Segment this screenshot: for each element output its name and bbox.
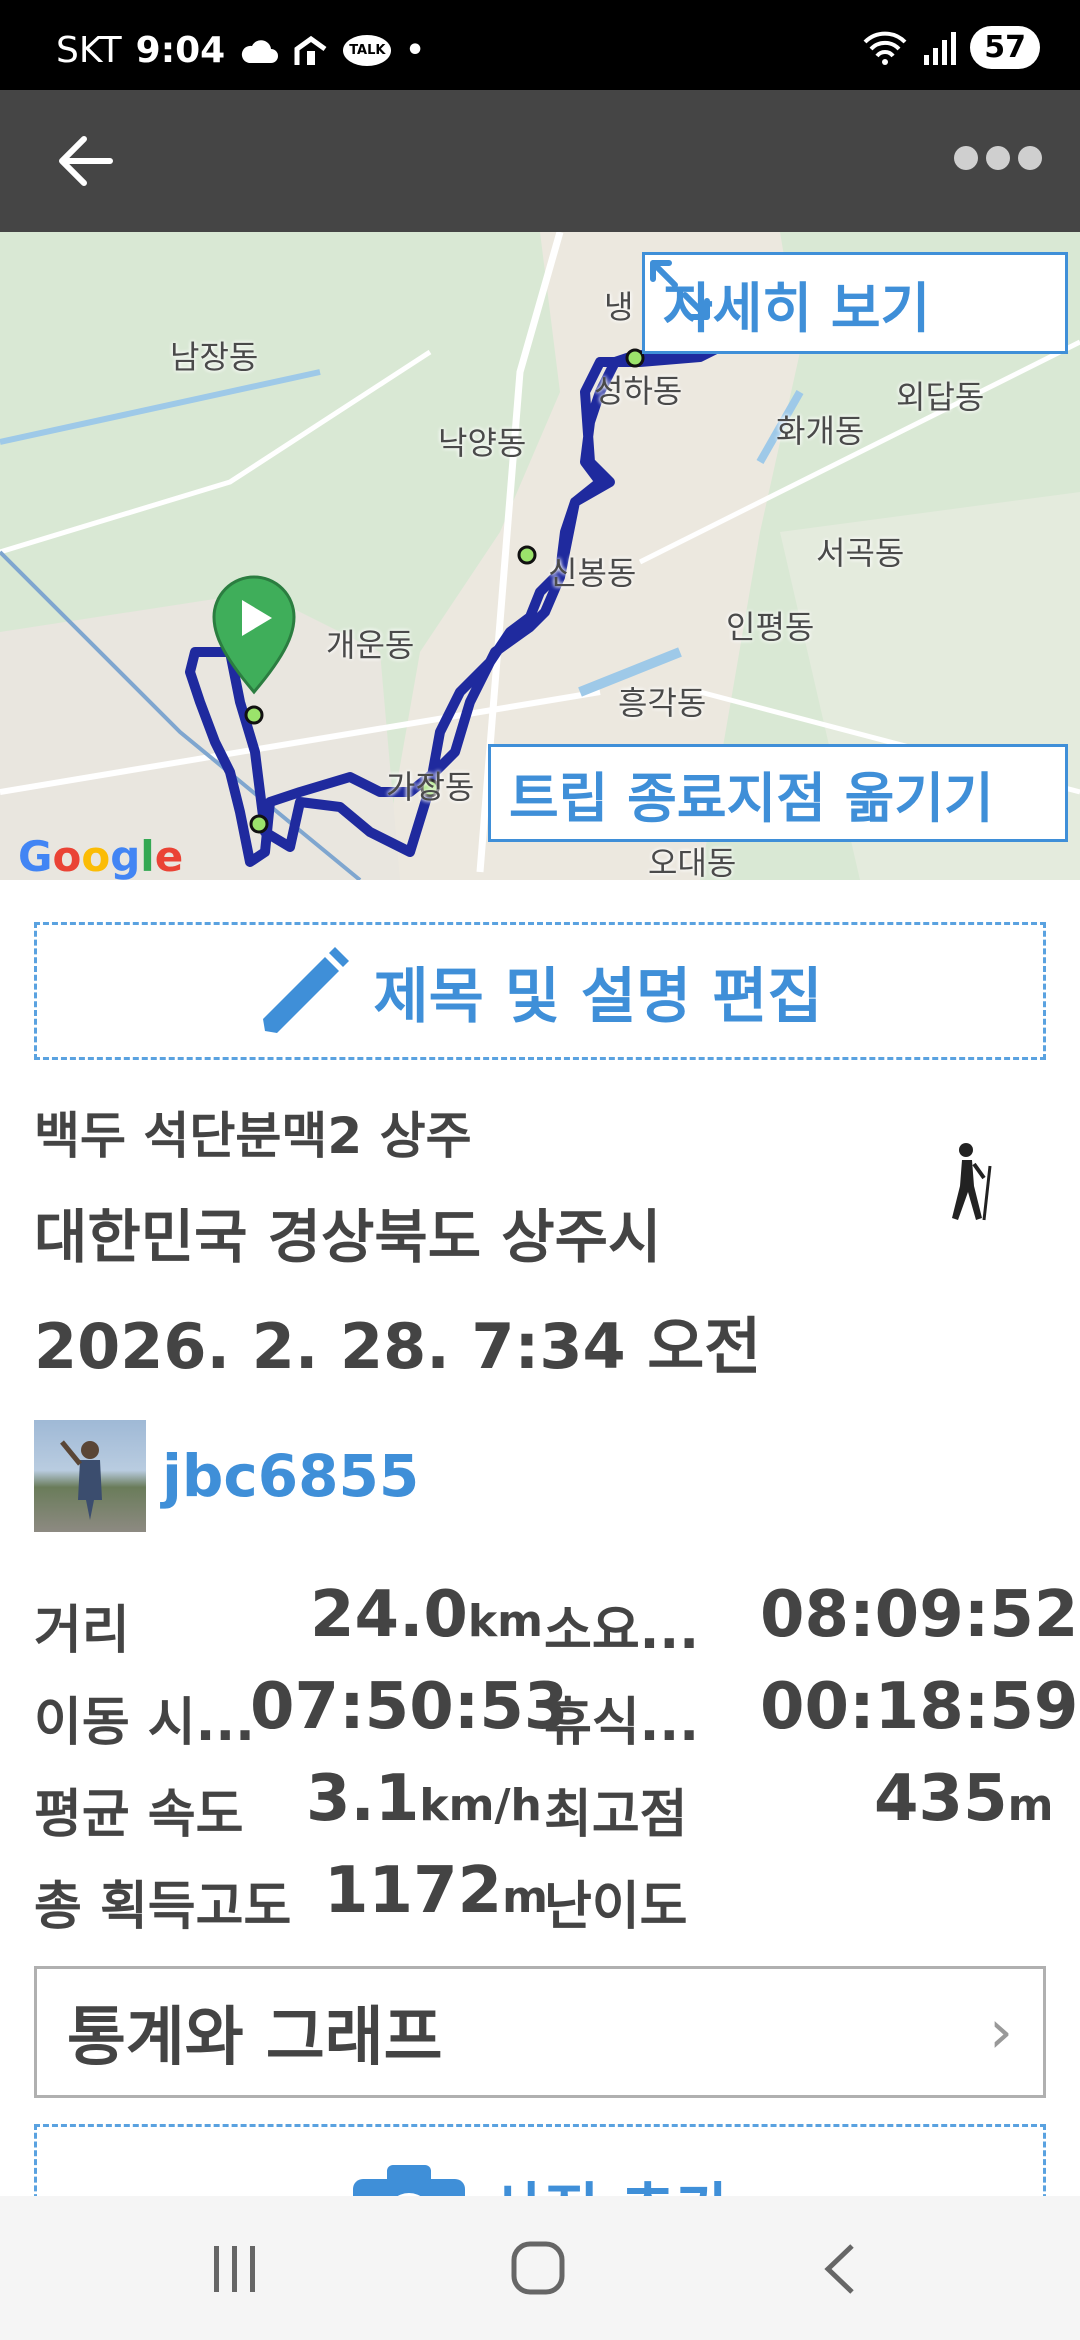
hiking-icon: [952, 1143, 992, 1221]
map-label: 외답동: [896, 378, 985, 416]
map-label: 남장동: [170, 338, 259, 376]
expand-icon: [650, 260, 710, 320]
home-icon[interactable]: [510, 2240, 566, 2296]
app-bar: [0, 90, 1080, 232]
map-label: 인평동: [726, 608, 815, 646]
trip-region: 대한민국 경상북도 상주시: [34, 1203, 662, 1271]
trip-title: 백두 석단분맥2 상주: [34, 1107, 472, 1165]
pencil-icon: [263, 947, 350, 1033]
avatar[interactable]: [34, 1420, 146, 1532]
map-label: 화개동: [776, 412, 865, 450]
map-label: 개운동: [326, 626, 415, 664]
rest-time-label: 휴식...: [544, 1693, 699, 1753]
elevation-gain-label: 총 획득고도: [34, 1877, 292, 1937]
map-label: 흥각동: [618, 684, 707, 722]
moving-time-label: 이동 시...: [34, 1693, 255, 1753]
max-altitude-value: 435m: [874, 1762, 1054, 1836]
carrier-label: SKT: [56, 30, 122, 71]
talk-icon: TALK: [343, 35, 392, 66]
map-label: 냉: [604, 288, 634, 326]
more-options-icon[interactable]: [954, 146, 1044, 176]
edit-title-description-button[interactable]: 제목 및 설명 편집: [34, 922, 1046, 1060]
signal-icon: [924, 31, 957, 65]
clock: 9:04: [135, 30, 226, 71]
map-label: 신봉동: [548, 554, 637, 592]
avg-speed-label: 평균 속도: [34, 1785, 244, 1845]
username-link[interactable]: jbc6855: [162, 1442, 419, 1510]
google-logo: Google: [18, 832, 184, 880]
wifi-icon: [863, 31, 907, 65]
elevation-gain-value: 1172m: [324, 1854, 548, 1928]
dot-icon: •: [405, 33, 425, 68]
map-label: 낙양동: [438, 424, 527, 462]
map-label: 오대동: [648, 844, 737, 880]
edit-title-label: 제목 및 설명 편집: [373, 961, 823, 1032]
max-altitude-label: 최고점: [544, 1785, 688, 1845]
status-bar: SKT 9:04 TALK • 57: [0, 0, 1080, 90]
battery-indicator: 57: [970, 26, 1040, 69]
map-label: 서곡동: [816, 534, 905, 572]
rest-time-value: 00:18:59: [760, 1670, 1079, 1744]
move-trip-end-label: 트립 종료지점 옮기기: [509, 766, 994, 830]
cloud-icon: [242, 39, 279, 63]
back-nav-icon[interactable]: [820, 2242, 860, 2296]
recent-apps-icon[interactable]: [210, 2242, 260, 2296]
moving-time-value: 07:50:53: [250, 1670, 569, 1744]
distance-label: 거리: [34, 1601, 130, 1661]
move-trip-end-button[interactable]: 트립 종료지점 옮기기: [488, 744, 1068, 842]
stats-graph-button[interactable]: 통계와 그래프 ›: [34, 1966, 1046, 2098]
map-label: 성하동: [594, 372, 683, 410]
distance-value: 24.0km: [310, 1578, 544, 1652]
back-arrow-icon[interactable]: [52, 126, 122, 196]
view-detail-button[interactable]: 자세히 보기: [642, 252, 1068, 354]
map-label: 가장동: [386, 768, 475, 806]
difficulty-label: 난이도: [544, 1877, 688, 1937]
duration-value: 08:09:52: [760, 1578, 1079, 1652]
route-map[interactable]: 남장동 냉 낙양동 성하동 화개동 외답동 신봉동 서곡동 인평동 개운동 흥각…: [0, 232, 1080, 880]
duration-label: 소요...: [544, 1601, 699, 1661]
stats-graph-label: 통계와 그래프: [67, 2001, 443, 2075]
system-nav-bar: [0, 2196, 1080, 2340]
avg-speed-value: 3.1km/h: [306, 1762, 542, 1836]
chevron-right-icon: ›: [989, 1997, 1013, 2067]
trip-date: 2026. 2. 28. 7:34 오전: [34, 1310, 762, 1383]
app-notification-icon: [294, 35, 327, 65]
